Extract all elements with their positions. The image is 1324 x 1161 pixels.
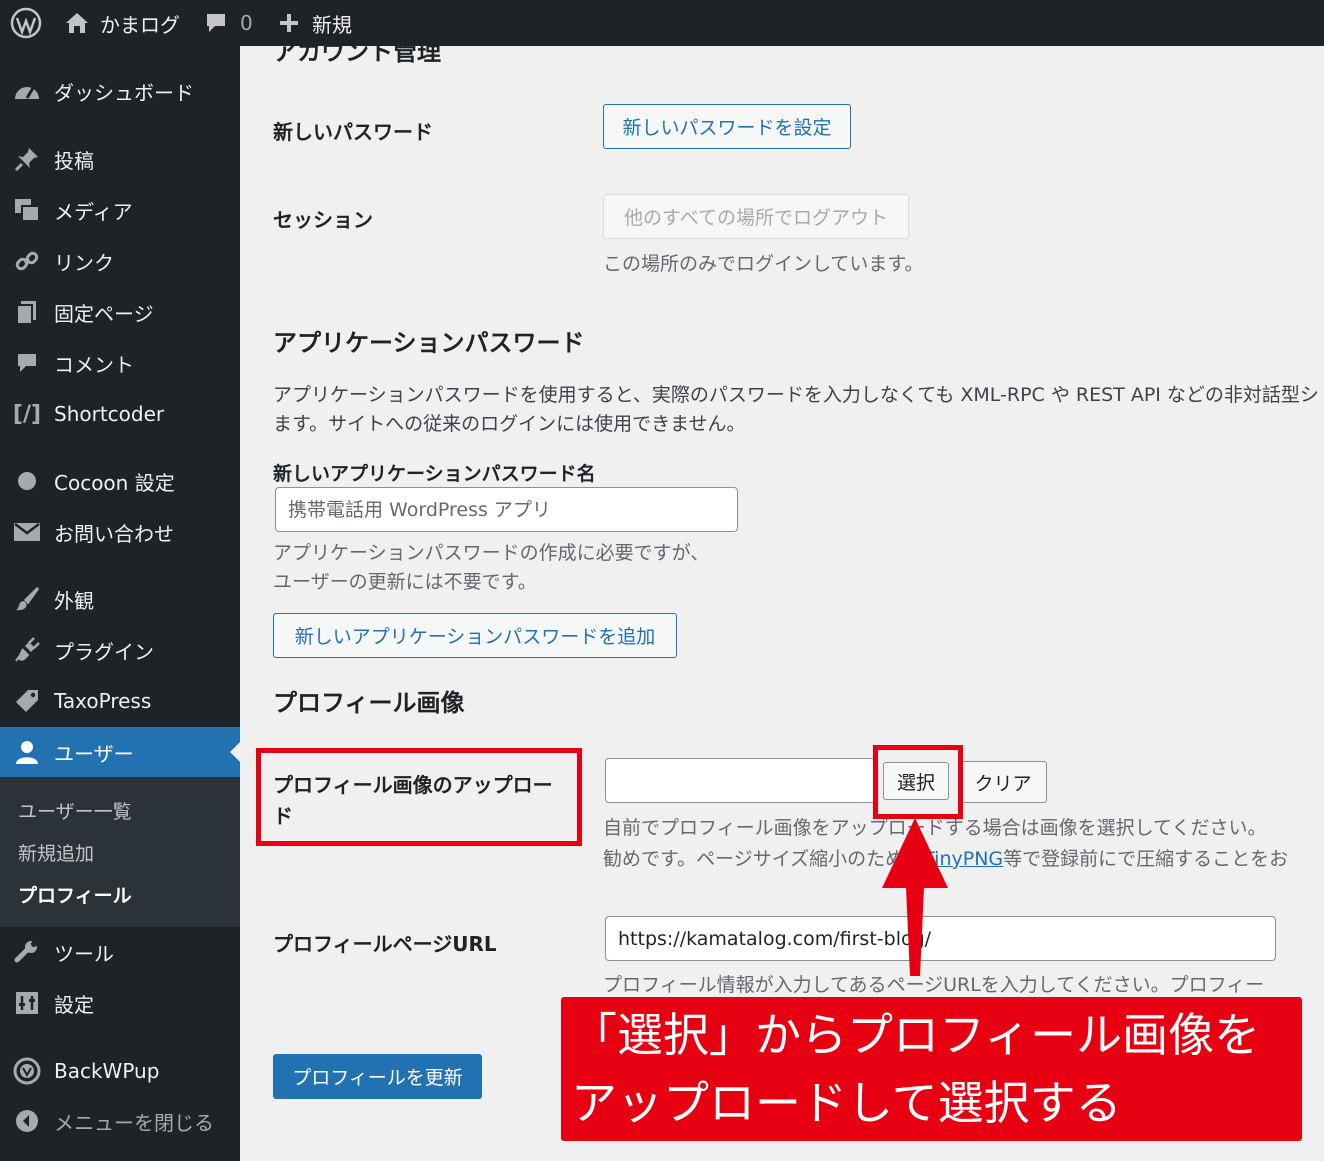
sidebar-item-plugins[interactable]: プラグイン: [0, 625, 240, 675]
clear-image-button[interactable]: クリア: [959, 761, 1047, 803]
comments-link[interactable]: 0: [204, 0, 253, 46]
page-icon: [12, 297, 42, 327]
select-button-highlight-box: [873, 745, 963, 819]
app-password-name-description-2: ユーザーの更新には不要です。: [273, 571, 537, 593]
link-icon: [12, 246, 42, 276]
home-icon: [64, 11, 90, 35]
tag-icon: [12, 686, 42, 716]
dashboard-icon: [12, 76, 42, 106]
pin-icon: [12, 144, 42, 174]
collapse-icon: [12, 1106, 42, 1136]
sidebar-collapse-menu[interactable]: メニューを閉じる: [0, 1096, 240, 1146]
submenu-all-users[interactable]: ユーザー一覧: [18, 797, 132, 824]
sidebar-item-media[interactable]: メディア: [0, 185, 240, 235]
profile-form: アカウント管理 新しいパスワード 新しいパスワードを設定 セッション 他のすべて…: [240, 46, 1324, 1161]
comment-bubble-icon: [204, 11, 228, 35]
red-arrow-up-icon: [882, 818, 948, 976]
profile-image-heading: プロフィール画像: [273, 689, 465, 717]
sidebar-item-contact[interactable]: お問い合わせ: [0, 507, 240, 557]
site-home-link[interactable]: かまログ: [64, 0, 180, 46]
instruction-callout: 「選択」からプロフィール画像を アップロードして選択する: [561, 997, 1302, 1141]
sidebar-item-tools[interactable]: ツール: [0, 927, 240, 977]
add-app-password-button[interactable]: 新しいアプリケーションパスワードを追加: [273, 613, 677, 658]
instruction-line-2: アップロードして選択する: [571, 1076, 1122, 1130]
wordpress-logo-icon[interactable]: [10, 0, 42, 46]
profile-page-url-label: プロフィールページURL: [273, 932, 497, 956]
new-label: 新規: [312, 12, 352, 37]
sidebar-item-backwpup[interactable]: BackWPup: [0, 1046, 240, 1096]
app-password-name-input[interactable]: [275, 487, 738, 532]
sidebar-item-dashboard[interactable]: ダッシュボード: [0, 66, 240, 116]
plus-icon: [278, 12, 300, 34]
users-submenu: ユーザー一覧 新規追加 プロフィール: [0, 777, 240, 927]
sidebar-item-posts[interactable]: 投稿: [0, 134, 240, 184]
account-management-heading: アカウント管理: [273, 46, 441, 66]
comments-count: 0: [240, 11, 253, 35]
site-name: かまログ: [100, 12, 180, 37]
mail-icon: [12, 517, 42, 547]
settings-icon: [12, 988, 42, 1018]
brush-icon: [12, 584, 42, 614]
shortcode-icon: [/]: [12, 401, 42, 427]
logout-everywhere-button[interactable]: 他のすべての場所でログアウト: [603, 194, 909, 239]
upload-label-highlight-box: [256, 748, 582, 846]
sidebar-item-links[interactable]: リンク: [0, 236, 240, 286]
plugin-icon: [12, 635, 42, 665]
set-new-password-button[interactable]: 新しいパスワードを設定: [603, 104, 851, 149]
media-icon: [12, 195, 42, 225]
sidebar-item-cocoon[interactable]: Cocoon 設定: [0, 456, 240, 506]
submenu-add-new[interactable]: 新規追加: [18, 839, 94, 866]
admin-bar: かまログ 0 新規: [0, 0, 1324, 46]
app-password-heading: アプリケーションパスワード: [273, 329, 585, 357]
sidebar-item-settings[interactable]: 設定: [0, 978, 240, 1028]
app-password-description-2: ます。サイトへの従来のログインには使用できません。: [273, 413, 746, 435]
admin-sidebar: ダッシュボード 投稿 メディア リンク 固定ページ コメント [/] Short…: [0, 46, 240, 1161]
session-description: この場所のみでログインしています。: [603, 253, 924, 275]
circle-icon: [12, 466, 42, 496]
new-password-label: 新しいパスワード: [273, 120, 433, 144]
app-password-name-label: 新しいアプリケーションパスワード名: [273, 463, 596, 485]
sidebar-item-pages[interactable]: 固定ページ: [0, 287, 240, 337]
wrench-icon: [12, 937, 42, 967]
comment-icon: [12, 348, 42, 378]
backwpup-icon: [12, 1056, 42, 1086]
sidebar-item-comments[interactable]: コメント: [0, 338, 240, 388]
sidebar-item-appearance[interactable]: 外観: [0, 574, 240, 624]
new-content-link[interactable]: 新規: [278, 0, 352, 46]
user-icon: [12, 737, 42, 767]
instruction-line-1: 「選択」からプロフィール画像を: [571, 1008, 1261, 1062]
update-profile-button[interactable]: プロフィールを更新: [273, 1054, 482, 1099]
profile-image-url-input[interactable]: [605, 758, 877, 803]
session-label: セッション: [273, 208, 373, 232]
sidebar-item-shortcoder[interactable]: [/] Shortcoder: [0, 389, 240, 439]
app-password-description-1: アプリケーションパスワードを使用すると、実際のパスワードを入力しなくても XML…: [273, 384, 1319, 406]
sidebar-item-taxopress[interactable]: TaxoPress: [0, 676, 240, 726]
sidebar-item-users[interactable]: ユーザー: [0, 727, 240, 777]
app-password-name-description-1: アプリケーションパスワードの作成に必要ですが、: [273, 542, 710, 564]
submenu-profile[interactable]: プロフィール: [18, 881, 132, 908]
